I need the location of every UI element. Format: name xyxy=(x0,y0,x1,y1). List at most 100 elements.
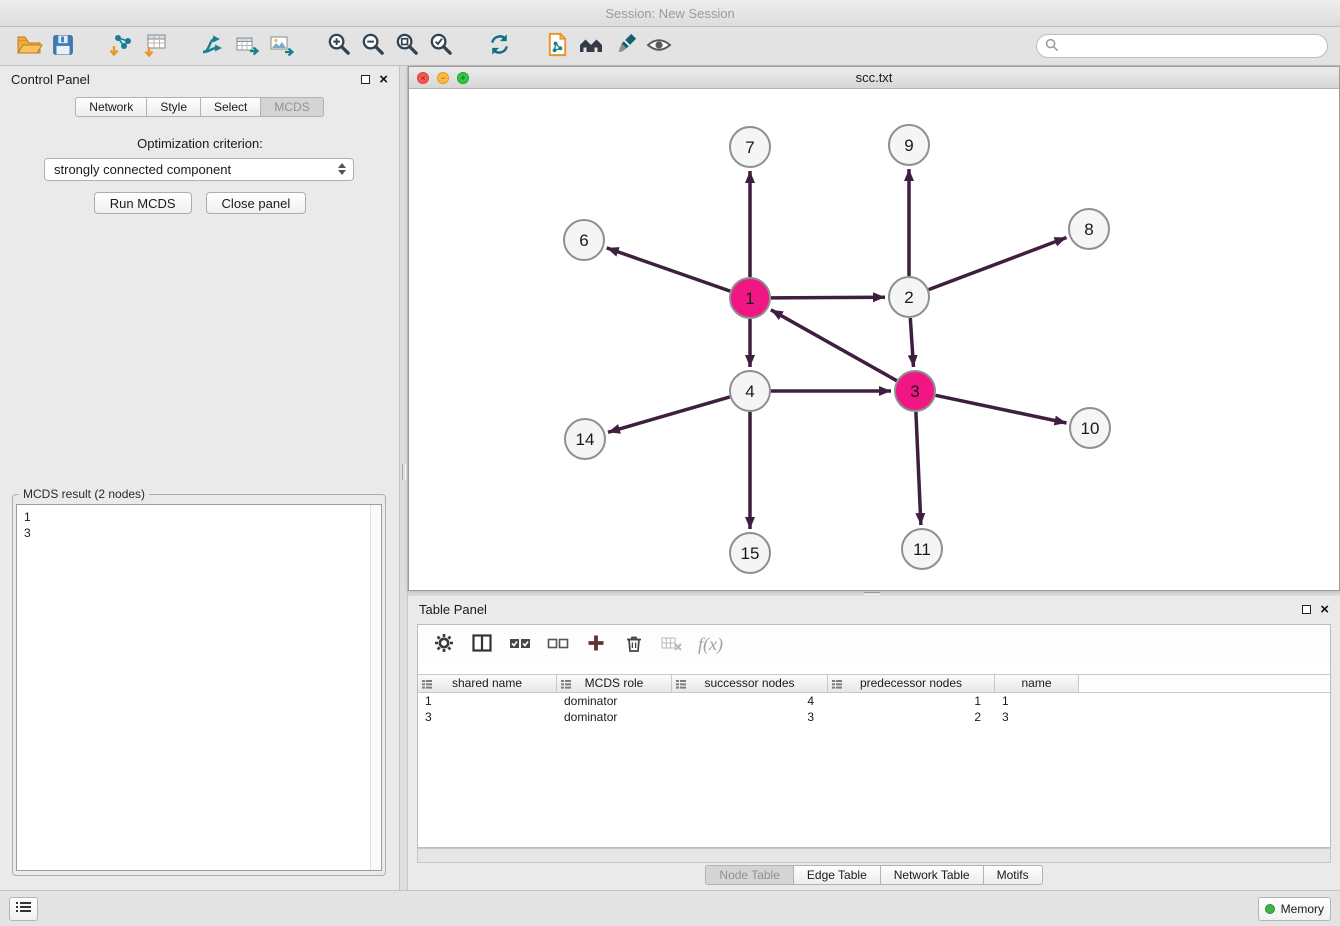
application-window: Session: New Session xyxy=(0,0,1340,926)
close-panel-button[interactable]: Close panel xyxy=(206,192,307,214)
float-panel-icon[interactable] xyxy=(1302,605,1311,614)
zoom-out-button[interactable] xyxy=(356,29,390,63)
tab-edge-table[interactable]: Edge Table xyxy=(794,865,881,885)
import-network-button[interactable] xyxy=(104,29,138,63)
double-house-button[interactable] xyxy=(574,29,608,63)
cell-shared_name: 3 xyxy=(418,709,557,725)
svg-text:3: 3 xyxy=(910,382,919,401)
refresh-view-button[interactable] xyxy=(482,29,516,63)
tab-network[interactable]: Network xyxy=(75,97,147,117)
sort-icon xyxy=(676,679,686,689)
splitter-grip-icon xyxy=(864,592,880,595)
search-field[interactable] xyxy=(1036,34,1328,58)
graph-node-4[interactable]: 4 xyxy=(730,371,770,411)
export-network-button[interactable] xyxy=(196,29,230,63)
export-image-button[interactable] xyxy=(264,29,298,63)
mcds-result-groupbox: MCDS result (2 nodes) 1 3 xyxy=(12,494,386,876)
graph-node-3[interactable]: 3 xyxy=(895,371,935,411)
export-table-button[interactable] xyxy=(230,29,264,63)
table-horizontal-scrollbar[interactable] xyxy=(417,848,1331,863)
svg-text:9: 9 xyxy=(904,136,913,155)
graph-node-15[interactable]: 15 xyxy=(730,533,770,573)
optimization-criterion-label: Optimization criterion: xyxy=(0,136,400,151)
close-window-icon[interactable]: × xyxy=(417,72,429,84)
graph-edge-3-11[interactable] xyxy=(916,412,921,525)
table-row[interactable]: 3dominator323 xyxy=(418,709,1330,725)
close-panel-icon[interactable]: × xyxy=(1320,602,1329,617)
memory-button[interactable]: Memory xyxy=(1258,897,1331,921)
close-panel-icon[interactable]: × xyxy=(379,72,388,87)
delete-column-button[interactable] xyxy=(622,632,646,656)
graph-edge-2-3[interactable] xyxy=(910,318,913,367)
column-header-successor-nodes[interactable]: successor nodes xyxy=(672,675,828,692)
column-header-name[interactable]: name xyxy=(995,675,1079,692)
tab-mcds[interactable]: MCDS xyxy=(261,97,323,117)
graph-node-7[interactable]: 7 xyxy=(730,127,770,167)
column-label: successor nodes xyxy=(704,676,794,690)
open-session-button[interactable] xyxy=(12,29,46,63)
zoom-fit-button[interactable] xyxy=(390,29,424,63)
zoom-in-button[interactable] xyxy=(322,29,356,63)
graph-edge-1-2[interactable] xyxy=(771,297,885,298)
control-panel-title: Control Panel xyxy=(11,72,90,87)
graph-edge-4-14[interactable] xyxy=(608,397,730,432)
cell-mcds_role: dominator xyxy=(557,693,672,709)
mcds-result-title: MCDS result (2 nodes) xyxy=(19,487,149,501)
show-columns-button[interactable] xyxy=(470,632,494,656)
cell-shared_name: 1 xyxy=(418,693,557,709)
svg-text:14: 14 xyxy=(576,430,595,449)
graph-node-6[interactable]: 6 xyxy=(564,220,604,260)
graph-node-14[interactable]: 14 xyxy=(565,419,605,459)
task-history-button[interactable] xyxy=(9,897,38,921)
network-document-button[interactable] xyxy=(540,29,574,63)
eye-button[interactable] xyxy=(642,29,676,63)
result-scrollbar[interactable] xyxy=(370,505,381,870)
create-column-button[interactable] xyxy=(584,632,608,656)
column-header-mcds-role[interactable]: MCDS role xyxy=(557,675,672,692)
vertical-splitter[interactable] xyxy=(400,66,408,890)
delete-table-icon xyxy=(661,634,683,655)
column-header-predecessor-nodes[interactable]: predecessor nodes xyxy=(828,675,995,692)
maximize-window-icon[interactable]: + xyxy=(457,72,469,84)
table-panel: Table Panel × xyxy=(408,596,1340,890)
tab-node-table[interactable]: Node Table xyxy=(705,865,794,885)
sort-icon xyxy=(422,679,432,689)
graph-node-8[interactable]: 8 xyxy=(1069,209,1109,249)
tab-motifs[interactable]: Motifs xyxy=(984,865,1043,885)
network-canvas[interactable]: 7 9 6 8 1 2 4 3 14 10 15 11 xyxy=(409,89,1339,590)
checked-boxes-icon xyxy=(509,635,531,654)
column-label: MCDS role xyxy=(585,676,644,690)
tab-network-table[interactable]: Network Table xyxy=(881,865,984,885)
paintbrush-button[interactable] xyxy=(608,29,642,63)
cell-predecessor_nodes: 2 xyxy=(828,709,995,725)
svg-text:4: 4 xyxy=(745,382,754,401)
export-network-icon xyxy=(199,31,227,62)
graph-node-9[interactable]: 9 xyxy=(889,125,929,165)
tab-style[interactable]: Style xyxy=(147,97,201,117)
graph-node-1[interactable]: 1 xyxy=(730,278,770,318)
save-session-button[interactable] xyxy=(46,29,80,63)
float-panel-icon[interactable] xyxy=(361,75,370,84)
graph-edge-1-6[interactable] xyxy=(607,248,731,291)
run-mcds-button[interactable]: Run MCDS xyxy=(94,192,192,214)
graph-edge-3-1[interactable] xyxy=(771,310,897,381)
graph-node-11[interactable]: 11 xyxy=(902,529,942,569)
criterion-dropdown[interactable]: strongly connected component xyxy=(44,158,354,181)
minimize-window-icon[interactable]: − xyxy=(437,72,449,84)
graph-edge-2-8[interactable] xyxy=(929,238,1067,290)
zoom-selected-button[interactable] xyxy=(424,29,458,63)
column-header-shared-name[interactable]: shared name xyxy=(418,675,557,692)
graph-node-10[interactable]: 10 xyxy=(1070,408,1110,448)
import-table-button[interactable] xyxy=(138,29,172,63)
svg-text:6: 6 xyxy=(579,231,588,250)
search-input[interactable] xyxy=(1064,39,1319,53)
select-all-columns-button[interactable] xyxy=(508,632,532,656)
graph-edge-3-10[interactable] xyxy=(936,395,1067,423)
tab-select[interactable]: Select xyxy=(201,97,261,117)
mcds-result-list[interactable]: 1 3 xyxy=(16,504,382,871)
function-builder-button-disabled: f(x) xyxy=(698,634,723,655)
table-settings-button[interactable] xyxy=(432,632,456,656)
graph-node-2[interactable]: 2 xyxy=(889,277,929,317)
table-row[interactable]: 1dominator411 xyxy=(418,693,1330,709)
deselect-all-columns-button[interactable] xyxy=(546,632,570,656)
